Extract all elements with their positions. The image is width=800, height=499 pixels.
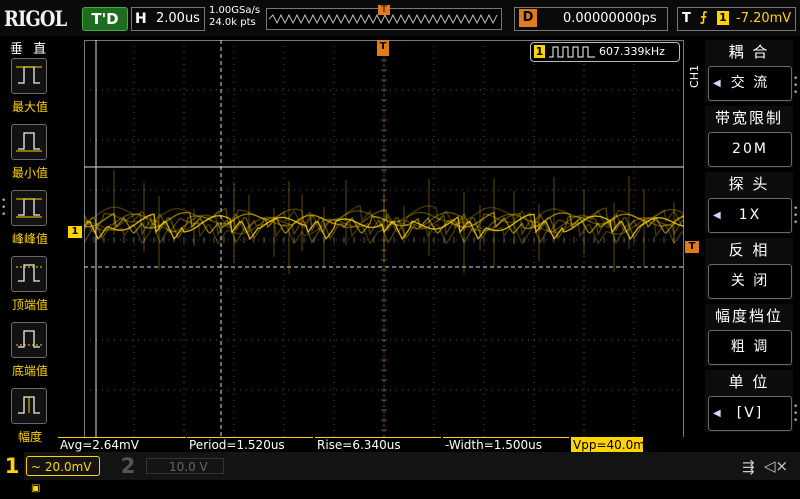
amplitude-measure-icon bbox=[11, 388, 47, 424]
trigger-box[interactable]: T ⨍ 1 -7.20mV bbox=[677, 7, 796, 31]
right-scroll-indicator[interactable]: • • • bbox=[793, 403, 799, 426]
unit-title: 单 位 bbox=[728, 373, 770, 391]
vertical-measure-panel: 垂 直 • • • 最大值 最小值 峰峰值 顶端值 底端值 幅度 bbox=[0, 36, 58, 444]
coupling-title: 耦 合 bbox=[728, 43, 770, 61]
bandwidth-limit-title: 带宽限制 bbox=[714, 109, 783, 127]
measure-min-label: 最小值 bbox=[11, 166, 48, 180]
unit-menu[interactable]: 单 位 ◀ [V] bbox=[705, 370, 793, 432]
measurement-period[interactable]: Period=1.520us bbox=[187, 437, 313, 452]
rising-edge-icon: ⨍ bbox=[700, 10, 708, 25]
right-scroll-indicator[interactable]: • • • bbox=[793, 75, 799, 98]
trigger-label: T bbox=[682, 11, 691, 26]
measure-top-label: 顶端值 bbox=[11, 298, 48, 312]
probe-title: 探 头 bbox=[728, 175, 770, 193]
measure-max-label: 最大值 bbox=[11, 100, 48, 114]
channel1-number[interactable]: 1 bbox=[0, 452, 24, 480]
timebase-box[interactable]: H 2.00us bbox=[131, 7, 205, 31]
measure-amplitude-label: 幅度 bbox=[17, 430, 42, 444]
channel1-offset-marker[interactable]: 1 bbox=[68, 226, 82, 238]
trigger-level: -7.20mV bbox=[736, 11, 792, 26]
rigol-logo: RIGOL bbox=[4, 6, 67, 31]
bandwidth-limit-icon: ▣ bbox=[31, 483, 41, 494]
left-panel-title: 垂 直 bbox=[10, 42, 50, 57]
measurement-bar: Avg=2.64mV Period=1.520us Rise=6.340us -… bbox=[58, 437, 700, 452]
timebase-value: 2.00us bbox=[156, 11, 200, 26]
select-arrow-icon: ◀ bbox=[713, 78, 723, 89]
square-wave-icon bbox=[549, 46, 595, 58]
left-scroll-indicator[interactable]: • • • bbox=[1, 197, 6, 220]
unit-value[interactable]: ◀ [V] bbox=[708, 396, 792, 431]
measure-amplitude-button[interactable]: 幅度 bbox=[8, 388, 52, 448]
measure-base-button[interactable]: 底端值 bbox=[8, 322, 52, 382]
frequency-channel: 1 bbox=[534, 45, 545, 58]
channel-status-bar: 1 ~ 20.0mV ▣ 2 10.0 V ⇶ ◁× bbox=[0, 452, 800, 494]
measure-top-button[interactable]: 顶端值 bbox=[8, 256, 52, 316]
channel1-scale-value: ~ 20.0mV bbox=[31, 460, 92, 474]
delay-label: D bbox=[519, 9, 537, 27]
max-measure-icon bbox=[11, 58, 47, 94]
measurement-avg[interactable]: Avg=2.64mV bbox=[58, 437, 186, 452]
measure-min-button[interactable]: 最小值 bbox=[8, 124, 52, 184]
measure-base-label: 底端值 bbox=[11, 364, 48, 378]
waveform-display[interactable] bbox=[84, 40, 684, 440]
channel2-number[interactable]: 2 bbox=[116, 452, 140, 480]
invert-title: 反 相 bbox=[728, 241, 770, 259]
trigger-level-marker[interactable]: T bbox=[685, 241, 699, 253]
measurement-vpp[interactable]: Vpp=40.0mV bbox=[571, 437, 653, 452]
coupling-value[interactable]: ◀ 交 流 bbox=[708, 66, 792, 101]
bandwidth-limit-menu[interactable]: 带宽限制 20M bbox=[705, 106, 793, 168]
bandwidth-limit-value[interactable]: 20M bbox=[708, 132, 792, 167]
usb-icon: ⇶ bbox=[742, 458, 755, 476]
sample-rate: 1.00GSa/s bbox=[209, 5, 261, 16]
base-measure-icon bbox=[11, 322, 47, 358]
measurement-neg-width[interactable]: -Width=1.500us bbox=[443, 437, 569, 452]
memory-trigger-marker-icon: T bbox=[378, 5, 390, 15]
measure-peak-peak-label: 峰峰值 bbox=[11, 232, 48, 246]
invert-value[interactable]: 关 闭 bbox=[708, 264, 792, 299]
select-arrow-icon: ◀ bbox=[713, 408, 723, 419]
top-measure-icon bbox=[11, 256, 47, 292]
top-status-bar: RIGOL T'D H 2.00us 1.00GSa/s 24.0k pts T… bbox=[0, 0, 800, 36]
measurement-rise[interactable]: Rise=6.340us bbox=[315, 437, 441, 452]
volts-scale-title: 幅度档位 bbox=[714, 307, 783, 325]
probe-value[interactable]: ◀ 1X bbox=[708, 198, 792, 233]
frequency-counter: 1 607.339kHz bbox=[530, 42, 680, 62]
invert-menu[interactable]: 反 相 关 闭 bbox=[705, 238, 793, 300]
channel2-scale[interactable]: 10.0 V bbox=[146, 458, 224, 474]
channel1-scale[interactable]: ~ 20.0mV ▣ bbox=[26, 456, 100, 494]
select-arrow-icon: ◀ bbox=[713, 210, 723, 221]
memory-depth: 24.0k pts bbox=[209, 17, 256, 28]
trigger-position-marker-icon[interactable]: T bbox=[377, 40, 389, 56]
run-status-button[interactable]: T'D bbox=[82, 7, 128, 31]
volts-scale-value[interactable]: 粗 调 bbox=[708, 330, 792, 365]
trigger-source: 1 bbox=[717, 11, 729, 25]
speaker-muted-icon[interactable]: ◁× bbox=[764, 457, 788, 475]
channel-menu-panel: 耦 合 ◀ 交 流 带宽限制 20M 探 头 ◀ 1X 反 相 关 闭 幅度档位 粗… bbox=[700, 36, 800, 456]
delay-value: 0.00000000ps bbox=[563, 11, 657, 26]
coupling-menu[interactable]: 耦 合 ◀ 交 流 bbox=[705, 40, 793, 102]
measure-max-button[interactable]: 最大值 bbox=[8, 58, 52, 118]
frequency-value: 607.339kHz bbox=[599, 45, 665, 58]
peak-peak-measure-icon bbox=[11, 190, 47, 226]
delay-box[interactable]: D 0.00000000ps bbox=[514, 7, 668, 31]
probe-menu[interactable]: 探 头 ◀ 1X bbox=[705, 172, 793, 234]
measure-peak-peak-button[interactable]: 峰峰值 bbox=[8, 190, 52, 250]
right-scroll-indicator[interactable]: • • • bbox=[793, 205, 799, 228]
acquisition-info: 1.00GSa/s 24.0k pts bbox=[209, 5, 260, 29]
min-measure-icon bbox=[11, 124, 47, 160]
volts-scale-menu[interactable]: 幅度档位 粗 调 bbox=[705, 304, 793, 366]
timebase-label: H bbox=[135, 11, 147, 27]
